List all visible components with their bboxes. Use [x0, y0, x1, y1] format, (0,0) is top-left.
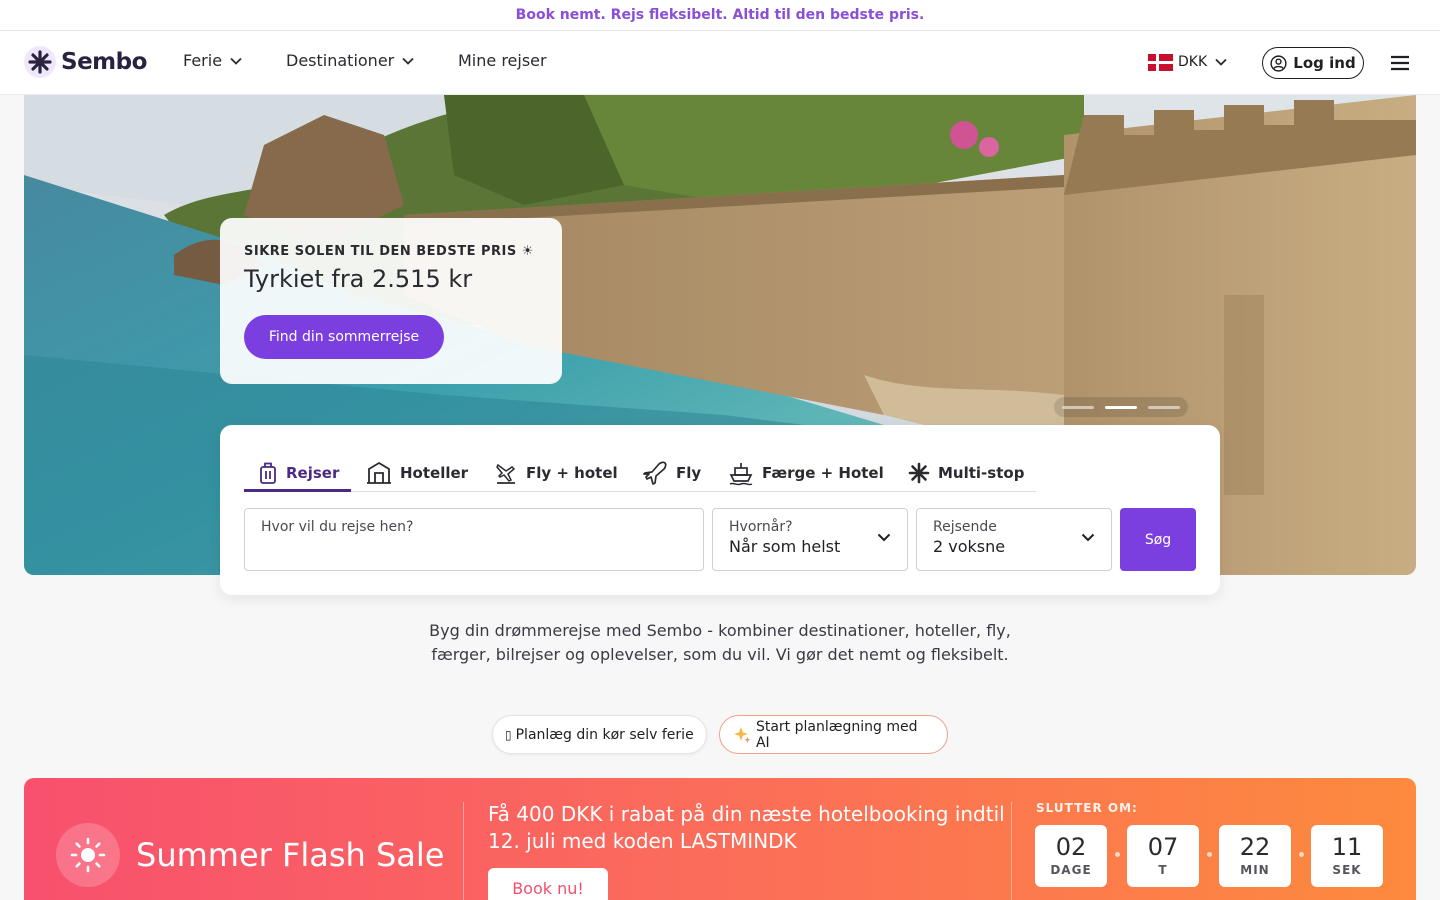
chevron-down-icon — [402, 57, 414, 65]
chevron-down-icon — [230, 57, 242, 65]
nav-mine-rejser-label: Mine rejser — [458, 51, 547, 70]
currency-selector[interactable]: DKK — [1178, 54, 1227, 70]
announcement-text: Book nemt. Rejs fleksibelt. Altid til de… — [515, 7, 925, 23]
hamburger-icon — [1391, 55, 1409, 71]
menu-button[interactable] — [1389, 53, 1411, 73]
start-ai-planning-label: Start planlægning med AI — [755, 718, 918, 751]
start-ai-planning-button[interactable]: Start planlægning med AI — [719, 715, 948, 754]
book-now-button[interactable]: Book nu! — [488, 868, 608, 900]
countdown-unit: DAGE — [1050, 863, 1092, 877]
sale-divider — [463, 802, 464, 900]
active-tab-indicator — [244, 489, 351, 492]
currency-label: DKK — [1178, 54, 1208, 70]
countdown-value: 11 — [1331, 833, 1363, 861]
plane-bed-icon — [496, 463, 516, 484]
chevron-down-icon — [877, 533, 891, 542]
countdown-value: 02 — [1055, 833, 1087, 861]
find-sommerrejse-button[interactable]: Find din sommerrejse — [244, 315, 444, 359]
user-icon — [1270, 54, 1287, 72]
login-button[interactable]: Log ind — [1262, 47, 1364, 79]
tab-hoteller[interactable]: Hoteller — [366, 455, 468, 491]
carousel-dot-1[interactable] — [1062, 405, 1094, 409]
hotel-icon — [367, 461, 391, 484]
search-tabs: Rejser Hoteller Fly + hotel Fly Færge + … — [244, 447, 1036, 492]
search-button[interactable]: Søg — [1120, 508, 1196, 571]
login-label: Log ind — [1293, 54, 1356, 72]
countdown-separator — [1115, 852, 1120, 857]
sembo-logo-icon — [24, 46, 56, 78]
promo-headline: Tyrkiet fra 2.515 kr — [244, 265, 473, 293]
tab-multi-stop-label: Multi-stop — [938, 464, 1025, 482]
sale-ends-label: SLUTTER OM: — [1036, 801, 1138, 815]
countdown-value: 22 — [1239, 833, 1271, 861]
flash-sale-banner: Summer Flash Sale Få 400 DKK i rabat på … — [24, 778, 1416, 900]
when-select[interactable]: Hvornår? Når som helst — [712, 508, 908, 571]
tab-rejser[interactable]: Rejser — [258, 455, 339, 491]
plan-drive-holiday-button[interactable]: ▯ Planlæg din kør selv ferie — [492, 715, 707, 754]
main-nav: Sembo Ferie Destinationer Mine rejser DK… — [0, 31, 1440, 95]
travellers-select[interactable]: Rejsende 2 voksne — [916, 508, 1112, 571]
nav-ferie[interactable]: Ferie — [183, 51, 242, 70]
countdown-separator — [1299, 852, 1304, 857]
tab-fly-label: Fly — [676, 464, 702, 482]
plane-icon — [643, 461, 667, 485]
destination-input[interactable]: Hvor vil du rejse hen? — [244, 508, 704, 571]
countdown-days: 02 DAGE — [1035, 825, 1107, 887]
tab-fly-hotel[interactable]: Fly + hotel — [494, 455, 618, 491]
travellers-value: 2 voksne — [933, 537, 1006, 556]
tab-fly[interactable]: Fly — [642, 455, 701, 491]
search-panel: Rejser Hoteller Fly + hotel Fly Færge + … — [220, 425, 1220, 595]
carousel-dot-3[interactable] — [1148, 405, 1180, 409]
sale-description: Få 400 DKK i rabat på din næste hotelboo… — [488, 802, 1005, 853]
carousel-dot-2[interactable] — [1105, 405, 1137, 409]
when-value: Når som helst — [729, 537, 841, 556]
suitcase-icon — [260, 462, 276, 484]
when-label: Hvornår? — [729, 519, 793, 535]
plan-drive-holiday-label: Planlæg din kør selv ferie — [515, 726, 694, 743]
hero-promo-card: SIKRE SOLEN TIL DEN BEDSTE PRIS ☀ Tyrkie… — [220, 218, 562, 384]
tab-rejser-label: Rejser — [286, 464, 340, 482]
countdown-unit: MIN — [1240, 863, 1270, 877]
sale-divider — [1011, 802, 1012, 900]
countdown-unit: SEK — [1332, 863, 1362, 877]
destination-label: Hvor vil du rejse hen? — [261, 519, 414, 535]
chevron-down-icon — [1215, 58, 1227, 66]
tab-hoteller-label: Hoteller — [400, 464, 469, 482]
chevron-down-icon — [1081, 533, 1095, 542]
nav-mine-rejser[interactable]: Mine rejser — [458, 51, 547, 70]
countdown-hours: 07 T — [1127, 825, 1199, 887]
nav-destinationer[interactable]: Destinationer — [286, 51, 414, 70]
promo-kicker: SIKRE SOLEN TIL DEN BEDSTE PRIS ☀ — [244, 244, 534, 259]
carousel-indicators — [1054, 397, 1188, 417]
tab-faerge-hotel[interactable]: Færge + Hotel — [728, 455, 884, 491]
brand-name: Sembo — [61, 49, 147, 75]
nav-ferie-label: Ferie — [183, 51, 223, 70]
nav-destinationer-label: Destinationer — [286, 51, 395, 70]
asterisk-icon — [908, 462, 930, 484]
travellers-label: Rejsende — [933, 519, 997, 535]
countdown-minutes: 22 MIN — [1219, 825, 1291, 887]
denmark-flag-icon — [1148, 54, 1173, 71]
ferry-icon — [729, 463, 753, 486]
car-icon: ▯ — [505, 727, 512, 742]
tab-faerge-hotel-label: Færge + Hotel — [762, 464, 884, 482]
countdown-value: 07 — [1147, 833, 1179, 861]
sun-icon — [56, 823, 120, 887]
announcement-bar: Book nemt. Rejs fleksibelt. Altid til de… — [0, 0, 1440, 31]
sale-title: Summer Flash Sale — [136, 836, 445, 874]
countdown-seconds: 11 SEK — [1311, 825, 1383, 887]
tab-fly-hotel-label: Fly + hotel — [526, 464, 618, 482]
countdown-separator — [1207, 852, 1212, 857]
intro-text: Byg din drømmerejse med Sembo - kombiner… — [429, 621, 1011, 664]
sparkles-icon — [733, 726, 751, 743]
countdown-unit: T — [1158, 863, 1168, 877]
tab-multi-stop[interactable]: Multi-stop — [908, 455, 1024, 491]
sembo-logo[interactable]: Sembo — [24, 46, 147, 78]
